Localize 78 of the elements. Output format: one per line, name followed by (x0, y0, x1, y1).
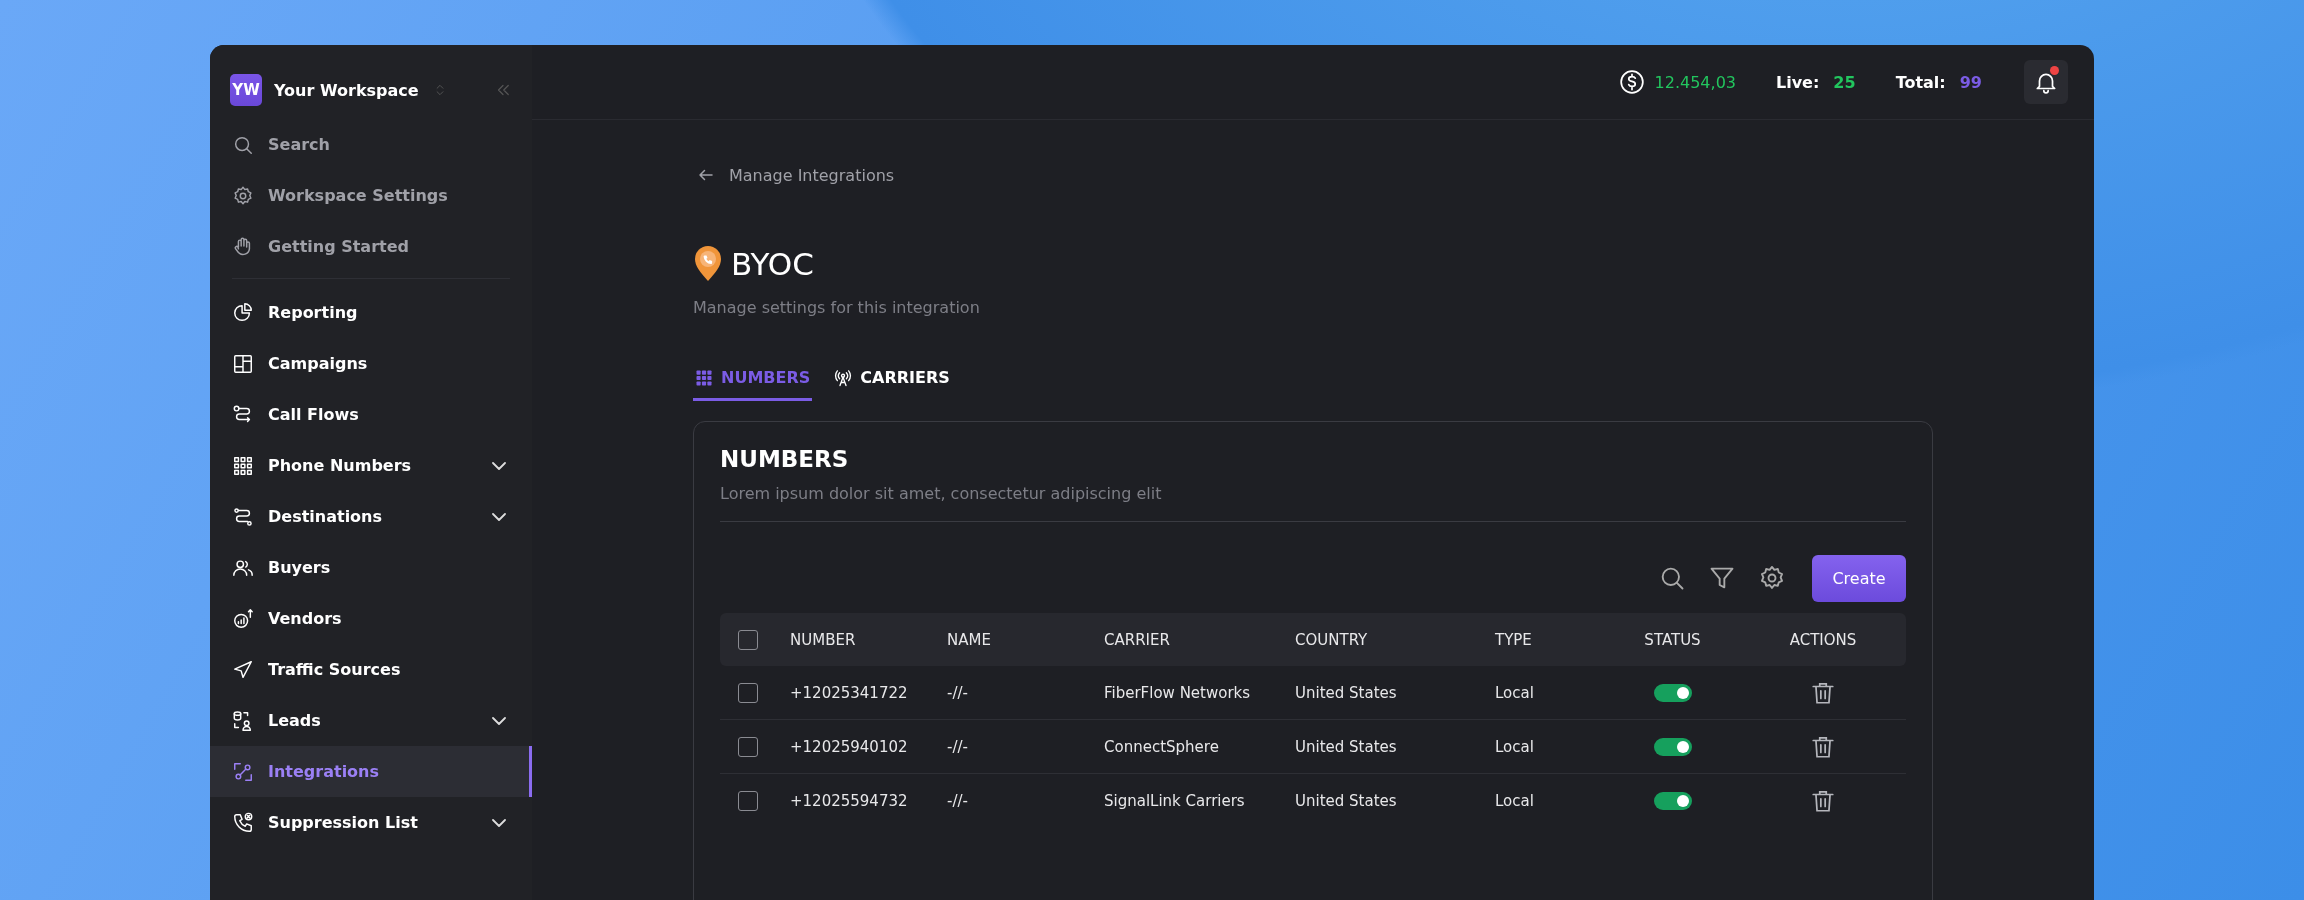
table-cell-text: FiberFlow Networks (1104, 683, 1252, 702)
settings-icon (232, 184, 254, 207)
live-label: Live: (1776, 72, 1820, 92)
table-cell-text: Local (1495, 683, 1535, 702)
grid-icon (695, 368, 713, 387)
dollar-icon (1618, 69, 1645, 95)
sidebar-item[interactable]: Phone Numbers (210, 440, 532, 491)
card-title: NUMBERS (720, 446, 850, 472)
column-header: ACTIONS (1789, 630, 1857, 649)
column-header: COUNTRY (1295, 630, 1369, 649)
sidebar-item[interactable]: Getting Started (210, 221, 532, 272)
chevron-down-icon[interactable] (492, 461, 506, 470)
table-cell-text: ConnectSphere (1104, 737, 1220, 756)
database-person-icon (232, 709, 254, 732)
live-value: 25 (1833, 72, 1856, 92)
chevron-down-icon[interactable] (492, 818, 506, 827)
tab[interactable]: CARRIERS (832, 357, 952, 401)
balance-value: 12.454,03 (1654, 72, 1736, 92)
phone-pin-icon (693, 246, 723, 282)
settings-icon (1758, 564, 1786, 592)
sidebar-item[interactable]: Suppression List (210, 797, 532, 848)
table-cell-text: United States (1295, 791, 1398, 810)
table-cell-text: United States (1295, 737, 1398, 756)
row-checkbox[interactable] (738, 682, 758, 703)
back-link[interactable]: Manage Integrations (697, 160, 1933, 190)
sidebar-item[interactable]: Traffic Sources (210, 644, 532, 695)
column-header: NAME (947, 630, 992, 649)
sidebar-item[interactable]: Integrations (210, 746, 532, 797)
workspace-name[interactable]: Your Workspace (274, 80, 419, 100)
column-header: STATUS (1644, 630, 1701, 649)
table-cell-text: Local (1495, 791, 1535, 810)
pie-chart-icon (232, 301, 254, 324)
select-all-checkbox[interactable] (738, 629, 758, 650)
phone-x-icon (232, 811, 254, 834)
sidebar-item[interactable]: Call Flows (210, 389, 532, 440)
create-button[interactable]: Create (1812, 554, 1906, 602)
table-cell-text: SignalLink Carriers (1104, 791, 1246, 810)
chart-arrow-icon (232, 607, 254, 630)
card-description: Lorem ipsum dolor sit amet, consectetur adipiscing elit (720, 484, 1906, 522)
row-checkbox[interactable] (738, 736, 758, 757)
layout-icon (232, 352, 254, 375)
total-value: 99 (1959, 72, 1982, 92)
row-checkbox[interactable] (738, 790, 758, 811)
sidebar-item[interactable]: Leads (210, 695, 532, 746)
table-cell-text: -//- (947, 737, 969, 756)
sidebar-item[interactable]: Workspace Settings (210, 170, 532, 221)
page-subtitle: Manage settings for this integration (693, 298, 981, 317)
nodes-icon (232, 760, 254, 783)
page-title: BYOC (731, 246, 814, 282)
chevron-down-icon[interactable] (492, 512, 506, 521)
table-cell-text: Local (1495, 737, 1535, 756)
table-cell-text: United States (1295, 683, 1398, 702)
sidebar-item[interactable]: Destinations (210, 491, 532, 542)
chevron-down-icon[interactable] (492, 716, 506, 725)
sidebar-item[interactable]: Search (210, 119, 532, 170)
table-cell-text: -//- (947, 791, 969, 810)
column-header: CARRIER (1104, 630, 1171, 649)
table-cell-text: +12025940102 (790, 737, 909, 756)
send-icon (232, 658, 254, 681)
grid-icon (232, 454, 254, 477)
sidebar-item[interactable]: Vendors (210, 593, 532, 644)
column-header: NUMBER (790, 630, 857, 649)
status-toggle[interactable] (1653, 683, 1692, 702)
total-label: Total: (1895, 72, 1946, 92)
table-cell-text: +12025594732 (790, 791, 909, 810)
antenna-icon (834, 368, 853, 387)
workspace-avatar[interactable]: YW (230, 74, 262, 106)
notifications-button[interactable] (2024, 60, 2068, 104)
tab[interactable]: NUMBERS (693, 357, 813, 401)
table-cell-text: +12025341722 (790, 683, 909, 702)
column-header: TYPE (1495, 630, 1533, 649)
sidebar-item[interactable]: Reporting (210, 287, 532, 338)
table-cell-text: -//- (947, 683, 969, 702)
sidebar-item[interactable]: Campaigns (210, 338, 532, 389)
sidebar-item[interactable]: Buyers (210, 542, 532, 593)
status-toggle[interactable] (1653, 737, 1692, 756)
status-toggle[interactable] (1653, 791, 1692, 810)
path-icon (232, 505, 254, 528)
